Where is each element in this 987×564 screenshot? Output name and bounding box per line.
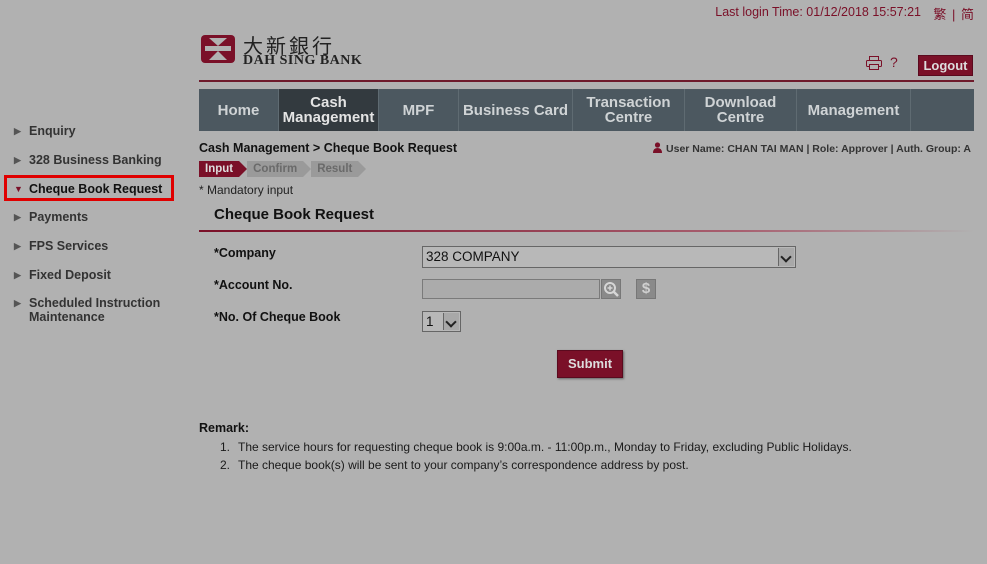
nav-business-card[interactable]: Business Card <box>459 89 573 131</box>
triangle-right-icon: ▶ <box>14 298 21 308</box>
triangle-right-icon: ▶ <box>14 155 21 165</box>
submit-button[interactable]: Submit <box>557 350 623 378</box>
remark-item: 2. The cheque book(s) will be sent to you… <box>220 458 689 472</box>
user-icon <box>653 142 663 153</box>
form-title: Cheque Book Request <box>214 206 375 223</box>
sidebar-item-label: Enquiry <box>29 124 76 138</box>
dollar-icon[interactable]: $ <box>636 279 656 299</box>
logout-button[interactable]: Logout <box>918 55 973 76</box>
header-divider <box>199 80 974 82</box>
printer-icon[interactable] <box>866 56 882 70</box>
remark-text: The cheque book(s) will be sent to your … <box>238 458 689 472</box>
triangle-right-icon: ▶ <box>14 270 21 280</box>
nav-download-centre[interactable]: Download Centre <box>685 89 797 131</box>
triangle-right-icon: ▶ <box>14 126 21 136</box>
last-login-time: Last login Time: 01/12/2018 15:57:21 <box>715 5 921 19</box>
cheque-book-count-select[interactable]: 1 <box>422 311 461 332</box>
bank-logo: 大新銀行 DAH SING BANK <box>199 30 369 70</box>
lang-simplified-link[interactable]: 简 <box>961 7 974 22</box>
breadcrumb: Cash Management > Cheque Book Request <box>199 141 458 155</box>
company-label: *Company <box>214 246 276 260</box>
remark-text: The service hours for requesting cheque … <box>238 440 852 454</box>
account-label: *Account No. <box>214 278 293 292</box>
cheque-book-count-value: 1 <box>426 314 434 329</box>
search-plus-glyph <box>604 282 619 297</box>
nav-management[interactable]: Management <box>797 89 911 131</box>
nav-transaction-centre[interactable]: Transaction Centre <box>573 89 685 131</box>
nav-cash-management[interactable]: Cash Management <box>279 89 379 131</box>
progress-steps: Input Confirm Result <box>199 161 367 177</box>
company-select-value: 328 COMPANY <box>426 249 520 264</box>
main-nav: Home Cash Management MPF Business Card T… <box>199 89 974 131</box>
sidebar-item-label: 328 Business Banking <box>29 153 162 167</box>
sidebar-item-label: Fixed Deposit <box>29 268 111 282</box>
account-number-field[interactable] <box>422 279 600 299</box>
dah-sing-logo-icon <box>201 35 235 63</box>
mandatory-note: * Mandatory input <box>199 183 294 197</box>
magnifier-plus-icon[interactable] <box>601 279 621 299</box>
lang-separator: | <box>951 7 956 22</box>
user-info: User Name: CHAN TAI MAN | Role: Approver… <box>653 142 971 155</box>
sidebar-item-label-line2: Maintenance <box>29 310 105 324</box>
remark-number: 2. <box>220 458 231 472</box>
company-select[interactable]: 328 COMPANY <box>422 246 796 268</box>
logo-english-text: DAH SING BANK <box>243 53 363 68</box>
nav-home[interactable]: Home <box>199 89 279 131</box>
lang-traditional-link[interactable]: 繁 <box>933 7 946 22</box>
chevron-down-icon <box>778 248 794 266</box>
help-icon[interactable]: ? <box>890 54 898 70</box>
form-title-divider <box>199 230 974 232</box>
step-result: Result <box>311 161 367 177</box>
language-switch: 繁 | 简 <box>932 4 975 23</box>
triangle-right-icon: ▶ <box>14 212 21 222</box>
nav-mpf[interactable]: MPF <box>379 89 459 131</box>
sidebar-item-label: Scheduled Instruction <box>29 296 161 310</box>
remark-number: 1. <box>220 440 231 454</box>
sidebar-item-label: Cheque Book Request <box>29 182 163 196</box>
sidebar-item-label: FPS Services <box>29 239 109 253</box>
remark-title: Remark: <box>199 421 250 435</box>
triangle-right-icon: ▶ <box>14 241 21 251</box>
user-info-text: User Name: CHAN TAI MAN | Role: Approver… <box>666 143 971 155</box>
triangle-down-icon: ▼ <box>14 184 23 194</box>
cheque-book-count-label: *No. Of Cheque Book <box>214 310 341 324</box>
chevron-down-icon <box>443 313 459 330</box>
step-input: Input <box>199 161 248 177</box>
remark-item: 1. The service hours for requesting chequ… <box>220 440 852 454</box>
sidebar-item-label: Payments <box>29 210 89 224</box>
step-confirm: Confirm <box>247 161 312 177</box>
